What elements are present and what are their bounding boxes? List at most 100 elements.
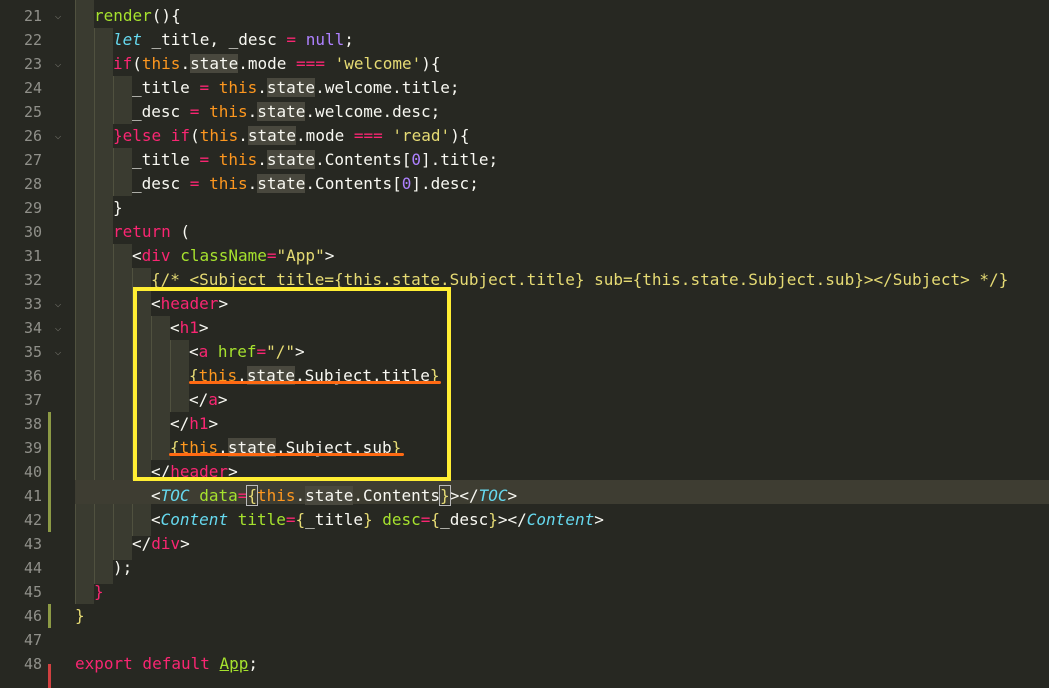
- code-line-41[interactable]: <TOC data={this.state.Contents}></TOC>: [75, 484, 1049, 508]
- code-line-42[interactable]: <Content title={_title} desc={_desc}></C…: [75, 508, 1049, 532]
- line-number: 44: [23, 559, 42, 577]
- token: Content: [526, 510, 595, 529]
- token: 'read': [392, 126, 451, 145]
- token: let: [113, 30, 142, 49]
- code-line-46[interactable]: }: [75, 604, 1049, 628]
- token: Content: [160, 510, 229, 529]
- code-line-43[interactable]: </div>: [75, 532, 1049, 556]
- git-deleted-marker: [48, 664, 51, 688]
- token: );: [113, 558, 133, 577]
- code-line-28[interactable]: _desc = this.state.Contents[0].desc;: [75, 172, 1049, 196]
- line-number: 35: [23, 343, 42, 361]
- fold-chevron-icon[interactable]: ⌵: [52, 292, 64, 316]
- token: title: [237, 510, 286, 529]
- token: .: [238, 126, 248, 145]
- token: .welcome.title;: [315, 78, 460, 97]
- code-line-44[interactable]: );: [75, 556, 1049, 580]
- token: state: [266, 150, 316, 169]
- code-line-27[interactable]: _title = this.state.Contents[0].title;: [75, 148, 1049, 172]
- line-number: 27: [23, 151, 42, 169]
- token: data: [199, 486, 238, 505]
- line-number: 41: [23, 487, 42, 505]
- token: 0: [401, 174, 412, 193]
- fold-chevron-icon[interactable]: ⌵: [52, 124, 64, 148]
- token: =: [286, 30, 297, 49]
- line-number: 42: [23, 511, 42, 529]
- line-number: 33: [23, 295, 42, 313]
- token: (: [190, 126, 200, 145]
- underline-annotation: [189, 381, 441, 384]
- git-modified-marker: [48, 604, 51, 628]
- token: <: [151, 510, 161, 529]
- line-number: 30: [23, 223, 42, 241]
- token: }: [488, 510, 498, 529]
- line-number: 46: [23, 607, 42, 625]
- token: </: [507, 510, 527, 529]
- fold-chevron-icon[interactable]: ⌵: [52, 4, 64, 28]
- token: .mode: [238, 54, 297, 73]
- token: </: [132, 534, 152, 553]
- token: }: [75, 606, 85, 625]
- token: }: [362, 510, 373, 529]
- code-line-25[interactable]: _desc = this.state.welcome.desc;: [75, 100, 1049, 124]
- code-editor[interactable]: 21 22 23 24 25 26 27 28 29 30 31 32 33 3…: [0, 0, 1049, 688]
- code-line-48[interactable]: export default App;: [75, 652, 1049, 676]
- line-number: 40: [23, 463, 42, 481]
- line-number: 21: [23, 7, 42, 25]
- token: .: [247, 102, 258, 121]
- fold-chevron-icon[interactable]: ⌵: [52, 316, 64, 340]
- token: .: [247, 174, 258, 193]
- code-line-21[interactable]: render(){: [75, 4, 1049, 28]
- code-line-47[interactable]: [75, 628, 1049, 652]
- token: =: [285, 510, 296, 529]
- token: ].desc;: [411, 174, 479, 193]
- token: export default: [75, 654, 220, 673]
- fold-chevron-icon[interactable]: ⌵: [52, 52, 64, 76]
- token: ){: [421, 54, 441, 73]
- code-line-26[interactable]: }else if(this.state.mode === 'read'){: [75, 124, 1049, 148]
- git-modified-marker: [48, 484, 51, 532]
- line-number: 22: [23, 31, 42, 49]
- code-line-24[interactable]: _title = this.state.welcome.title;: [75, 76, 1049, 100]
- token: >: [497, 510, 508, 529]
- token: >: [507, 486, 518, 505]
- token: TOC: [478, 486, 508, 505]
- token: desc: [382, 510, 421, 529]
- token: >: [449, 486, 460, 505]
- token: .Contents[: [305, 174, 402, 193]
- token: }: [439, 485, 451, 506]
- code-line-23[interactable]: if(this.state.mode === 'welcome'){: [75, 52, 1049, 76]
- token: {: [295, 510, 306, 529]
- line-number: 38: [23, 415, 42, 433]
- token: state: [266, 78, 316, 97]
- code-line-45[interactable]: }: [75, 580, 1049, 604]
- line-number: 47: [23, 631, 42, 649]
- fold-chevron-icon[interactable]: ⌵: [52, 340, 64, 364]
- token: _desc: [440, 510, 489, 529]
- token: _title: [305, 510, 363, 529]
- token: =: [237, 486, 248, 505]
- code-line-31[interactable]: <div className="App">: [75, 244, 1049, 268]
- token: state: [257, 102, 306, 121]
- token: >: [594, 510, 604, 529]
- token: ===: [353, 126, 383, 145]
- token: }: [94, 582, 104, 601]
- token: .: [180, 54, 191, 73]
- code-line-29[interactable]: }: [75, 196, 1049, 220]
- code-line-22[interactable]: let _title, _desc = null;: [75, 28, 1049, 52]
- code-line-30[interactable]: return (: [75, 220, 1049, 244]
- token: <: [151, 486, 161, 505]
- token: div: [141, 246, 171, 265]
- token: _title, _desc: [141, 30, 287, 49]
- token: state: [247, 126, 297, 145]
- line-number: 23: [23, 55, 42, 73]
- line-number: 25: [23, 103, 42, 121]
- token: render: [94, 6, 152, 25]
